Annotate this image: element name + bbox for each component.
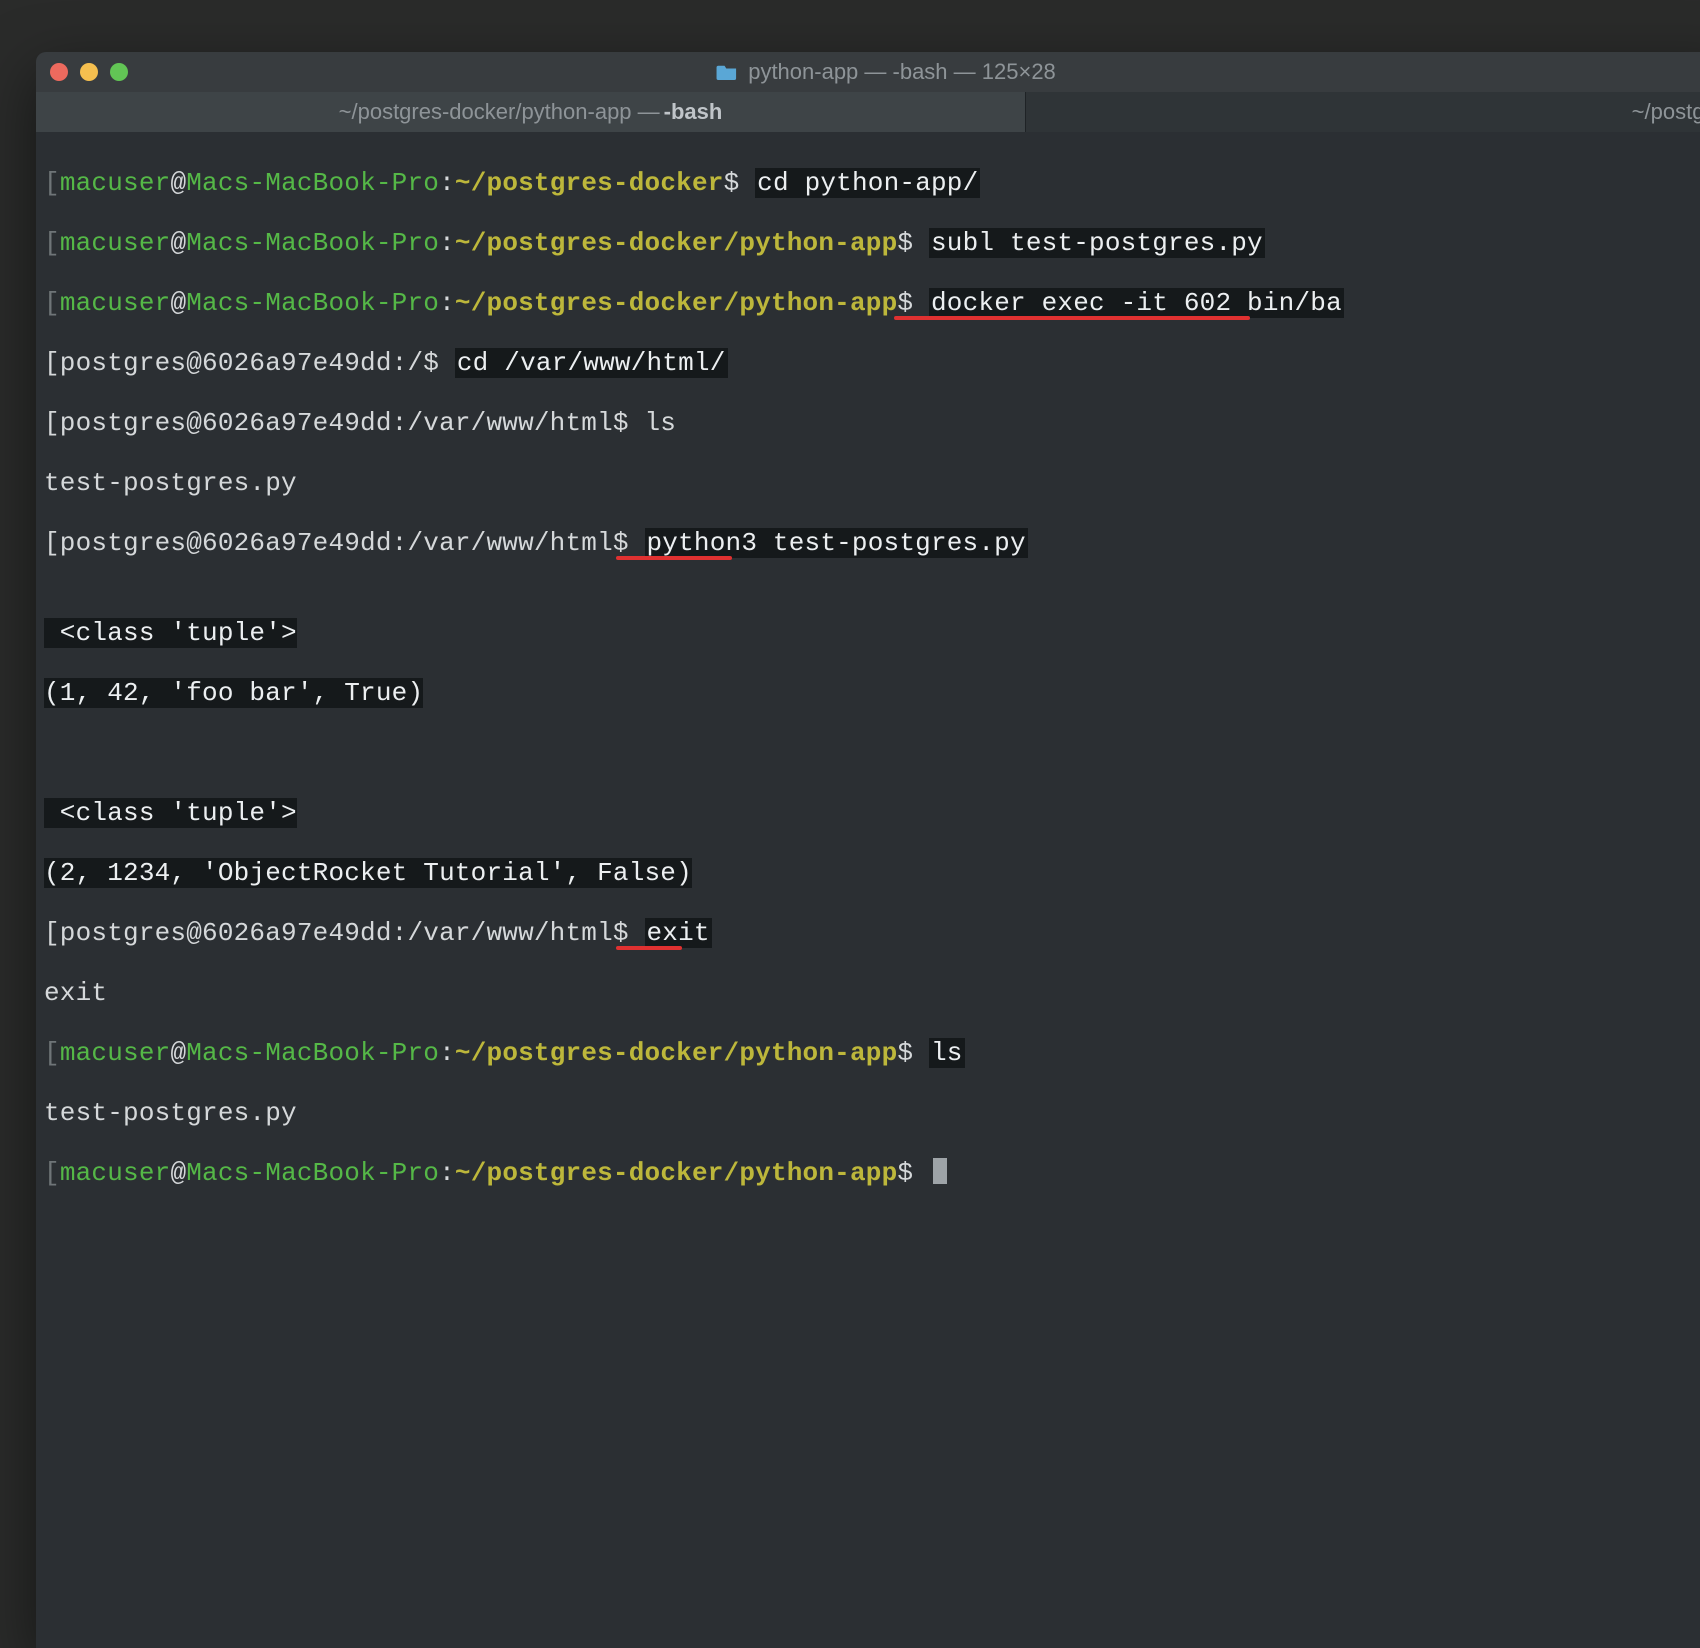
close-icon[interactable] (50, 63, 68, 81)
term-line-1: [macuser@Macs-MacBook-Pro:~/postgres-doc… (36, 168, 1700, 198)
term-line-6: test-postgres.py (36, 468, 1700, 498)
term-line-3: [macuser@Macs-MacBook-Pro:~/postgres-doc… (36, 288, 1700, 318)
traffic-lights (50, 63, 128, 81)
term-line-14: [macuser@Macs-MacBook-Pro:~/postgres-doc… (36, 1038, 1700, 1068)
window-title-text: python-app — -bash — 125×28 (748, 59, 1056, 85)
annotation-underline-icon (894, 316, 1250, 320)
terminal-body[interactable]: [macuser@Macs-MacBook-Pro:~/postgres-doc… (36, 132, 1700, 1648)
annotation-underline-icon (616, 556, 732, 560)
minimize-icon[interactable] (80, 63, 98, 81)
tab-active-bold: -bash (664, 99, 723, 125)
maximize-icon[interactable] (110, 63, 128, 81)
tab-inactive-label: ~/postgres (1632, 99, 1700, 125)
term-line-9: (1, 42, 'foo bar', True) (36, 678, 1700, 708)
titlebar[interactable]: python-app — -bash — 125×28 (36, 52, 1700, 92)
tab-inactive[interactable]: ~/postgres (1026, 92, 1700, 132)
term-line-8: <class 'tuple'> (36, 618, 1700, 648)
term-line-16: [macuser@Macs-MacBook-Pro:~/postgres-doc… (36, 1158, 1700, 1188)
term-line-12: [postgres@6026a97e49dd:/var/www/html$ ex… (36, 918, 1700, 948)
annotation-underline-icon (616, 946, 682, 950)
term-line-15: test-postgres.py (36, 1098, 1700, 1128)
term-line-2: [macuser@Macs-MacBook-Pro:~/postgres-doc… (36, 228, 1700, 258)
term-line-11: (2, 1234, 'ObjectRocket Tutorial', False… (36, 858, 1700, 888)
term-line-7: [postgres@6026a97e49dd:/var/www/html$ py… (36, 528, 1700, 558)
window-title: python-app — -bash — 125×28 (716, 59, 1056, 85)
tabbar: ~/postgres-docker/python-app — -bash ~/p… (36, 92, 1700, 132)
term-line-10: <class 'tuple'> (36, 798, 1700, 828)
tab-active[interactable]: ~/postgres-docker/python-app — -bash (36, 92, 1026, 132)
cursor-icon (933, 1158, 947, 1184)
term-line-blank-2 (36, 738, 1700, 768)
term-line-5: [postgres@6026a97e49dd:/var/www/html$ ls (36, 408, 1700, 438)
tab-active-prefix: ~/postgres-docker/python-app — (339, 99, 660, 125)
term-line-13: exit (36, 978, 1700, 1008)
term-line-4: [postgres@6026a97e49dd:/$ cd /var/www/ht… (36, 348, 1700, 378)
folder-icon (716, 64, 738, 80)
terminal-window: python-app — -bash — 125×28 ~/postgres-d… (36, 52, 1700, 1648)
